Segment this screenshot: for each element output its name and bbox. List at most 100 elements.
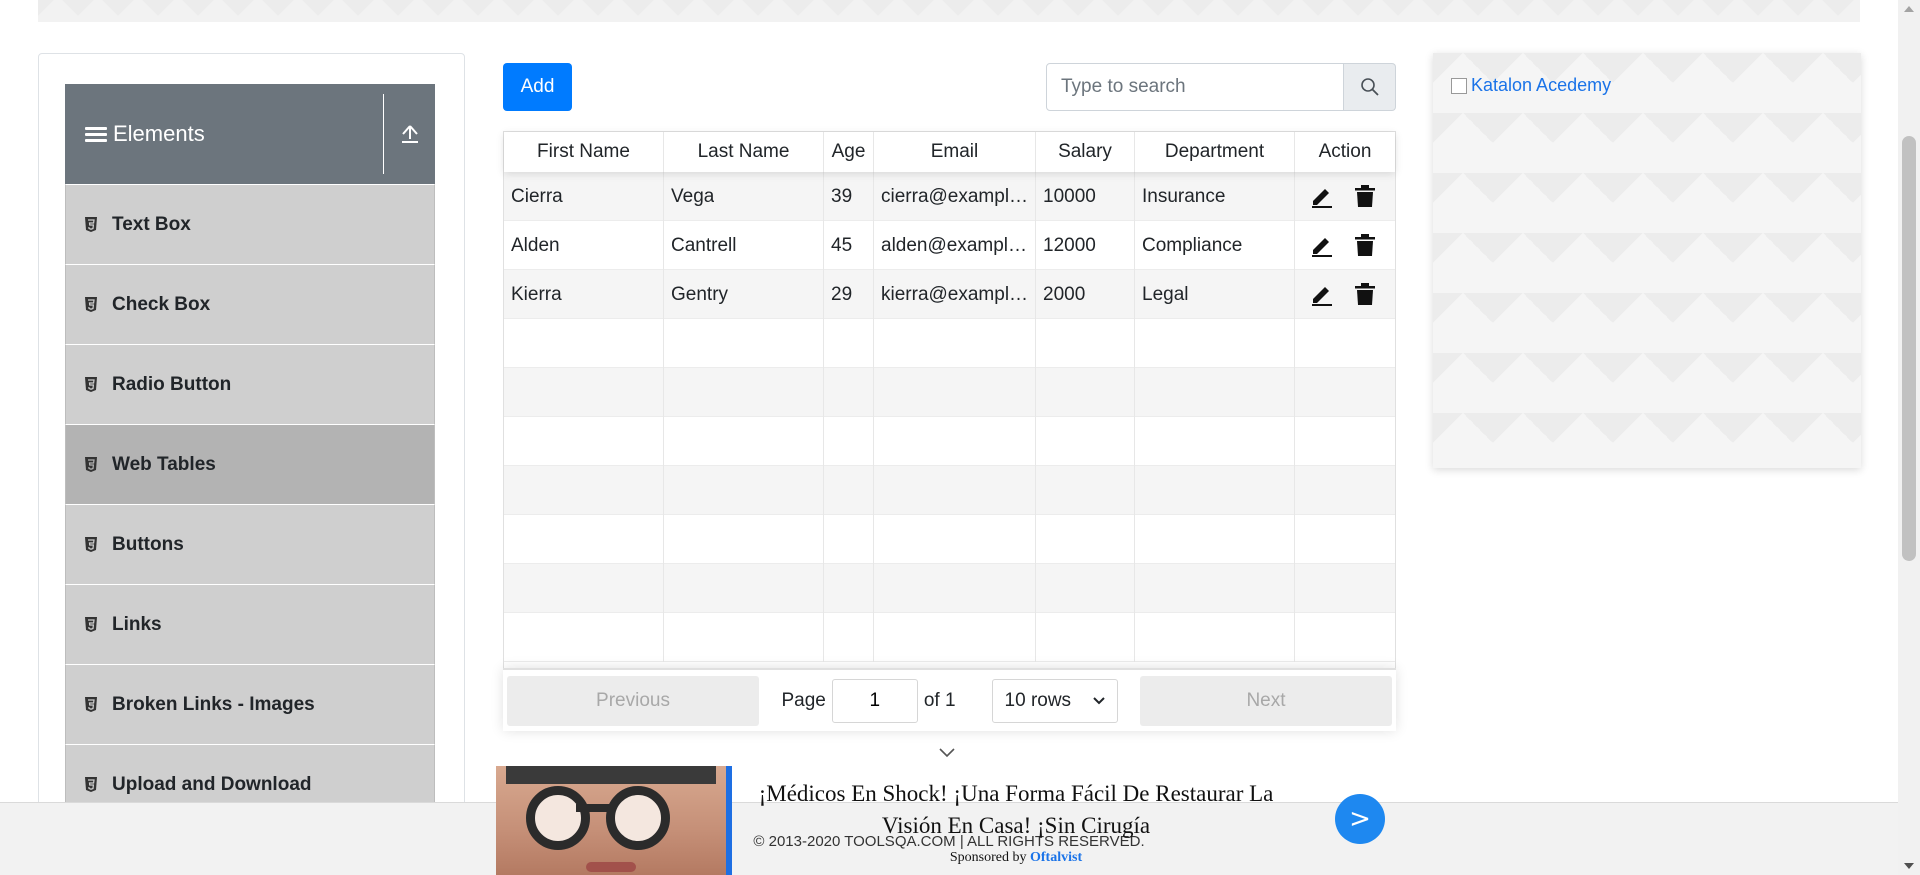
previous-button[interactable]: Previous xyxy=(507,675,759,726)
column-header-department[interactable]: Department xyxy=(1135,132,1295,172)
ad-go-button[interactable]: > xyxy=(1335,794,1385,844)
rows-per-page-select[interactable]: 10 rows xyxy=(991,678,1118,723)
edit-record-button[interactable] xyxy=(1310,282,1336,308)
cell-last-name: Vega xyxy=(664,172,824,221)
cell-first-name: Alden xyxy=(504,221,664,270)
column-header-age[interactable]: Age xyxy=(824,132,874,172)
table-header: First Name Last Name Age Email Salary De… xyxy=(504,132,1395,172)
sidebar-item-label: Broken Links - Images xyxy=(112,693,315,715)
page-scrollbar[interactable] xyxy=(1898,0,1920,875)
broken-image-icon xyxy=(1451,77,1467,94)
header-banner-strip xyxy=(38,0,1860,22)
collapse-group-button[interactable] xyxy=(383,94,435,174)
sidebar-item-radio-button[interactable]: Radio Button xyxy=(65,344,435,424)
scroll-thumb[interactable] xyxy=(1902,136,1916,561)
sidebar-item-buttons[interactable]: Buttons xyxy=(65,504,435,584)
html5-icon xyxy=(84,776,102,793)
pencil-icon xyxy=(1312,188,1332,208)
cell-email: cierra@example.com xyxy=(874,172,1036,221)
total-pages-label: of 1 xyxy=(923,689,956,711)
next-button[interactable]: Next xyxy=(1140,675,1392,726)
page-label: Page xyxy=(781,689,826,711)
page-number-input[interactable] xyxy=(831,678,918,723)
scroll-down-arrow-icon[interactable] xyxy=(1904,863,1914,869)
ad-sponsor-line: Sponsored by Oftalvist xyxy=(736,850,1296,866)
page-jump: Page of 1 10 rows xyxy=(759,678,1140,723)
sidebar-item-label: Check Box xyxy=(112,293,211,315)
ad-photo xyxy=(496,766,726,875)
cell-email: alden@example.com xyxy=(874,221,1036,270)
cell-salary: 2000 xyxy=(1036,270,1135,319)
table-row: Kierra Gentry 29 kierra@example.com 2000… xyxy=(504,270,1395,319)
html5-icon xyxy=(84,216,102,233)
trash-icon xyxy=(1355,184,1375,207)
html5-icon xyxy=(84,696,102,713)
edit-record-button[interactable] xyxy=(1310,184,1336,210)
column-header-last-name[interactable]: Last Name xyxy=(664,132,824,172)
elements-group-title: Elements xyxy=(85,121,383,147)
ad-accent-bar xyxy=(726,766,732,875)
cell-department: Compliance xyxy=(1135,221,1295,270)
elements-group-header[interactable]: Elements xyxy=(65,84,435,184)
column-header-email[interactable]: Email xyxy=(874,132,1036,172)
search-icon xyxy=(1360,78,1379,96)
sidebar-item-label: Radio Button xyxy=(112,373,232,395)
cell-department: Insurance xyxy=(1135,172,1295,221)
delete-record-button[interactable] xyxy=(1354,282,1380,308)
hamburger-icon xyxy=(85,125,107,143)
ad-collapse-chevron-icon[interactable] xyxy=(937,746,957,760)
table-row-empty xyxy=(504,368,1395,417)
cell-first-name: Cierra xyxy=(504,172,664,221)
column-header-first-name[interactable]: First Name xyxy=(504,132,664,172)
sponsored-by-label: Sponsored by xyxy=(949,850,1027,865)
search-button[interactable] xyxy=(1344,63,1396,111)
cell-actions xyxy=(1295,172,1395,221)
bottom-ad-banner[interactable]: ¡Médicos En Shock! ¡Una Forma Fácil De R… xyxy=(496,766,1386,875)
sidebar-item-label: Web Tables xyxy=(112,453,216,475)
table-row: Cierra Vega 39 cierra@example.com 10000 … xyxy=(504,172,1395,221)
html5-icon xyxy=(84,616,102,633)
chevron-down-icon xyxy=(1092,696,1105,704)
table-row-empty xyxy=(504,417,1395,466)
sidebar-item-label: Buttons xyxy=(112,533,184,555)
cell-first-name: Kierra xyxy=(504,270,664,319)
column-header-salary[interactable]: Salary xyxy=(1036,132,1135,172)
delete-record-button[interactable] xyxy=(1354,233,1380,259)
table-row: Alden Cantrell 45 alden@example.com 1200… xyxy=(504,221,1395,270)
html5-icon xyxy=(84,376,102,393)
sidebar-item-check-box[interactable]: Check Box xyxy=(65,264,435,344)
add-button[interactable]: Add xyxy=(503,63,572,111)
table-row-empty xyxy=(504,515,1395,564)
katalon-ad-image[interactable]: Katalon Acedemy xyxy=(1451,75,1611,96)
column-header-action: Action xyxy=(1318,141,1372,162)
sidebar-item-links[interactable]: Links xyxy=(65,584,435,664)
cell-last-name: Gentry xyxy=(664,270,824,319)
table-row-empty xyxy=(504,613,1395,662)
upload-arrow-icon xyxy=(401,125,418,143)
ad-image-alt-text: Katalon Acedemy xyxy=(1471,75,1612,95)
trash-icon xyxy=(1355,233,1375,256)
edit-record-button[interactable] xyxy=(1310,233,1336,259)
html5-icon xyxy=(84,296,102,313)
table-row-empty xyxy=(504,564,1395,613)
html5-icon xyxy=(84,456,102,473)
table-row-empty xyxy=(504,466,1395,515)
sponsor-name[interactable]: Oftalvist xyxy=(1030,850,1082,865)
sidebar-item-broken-links[interactable]: Broken Links - Images xyxy=(65,664,435,744)
ad-headline[interactable]: ¡Médicos En Shock! ¡Una Forma Fácil De R… xyxy=(736,778,1296,842)
search-input[interactable] xyxy=(1046,63,1344,111)
scroll-up-arrow-icon[interactable] xyxy=(1904,6,1914,12)
trash-icon xyxy=(1355,282,1375,305)
page: Elements Text Box Check Box Radio Button… xyxy=(0,0,1920,875)
sidebar-item-label: Links xyxy=(112,613,162,635)
right-ad-panel: Katalon Acedemy xyxy=(1433,53,1861,468)
sidebar-item-web-tables[interactable]: Web Tables xyxy=(65,424,435,504)
cell-age: 39 xyxy=(824,172,874,221)
sidebar-item-text-box[interactable]: Text Box xyxy=(65,184,435,264)
sidebar-item-label: Text Box xyxy=(112,213,191,235)
delete-record-button[interactable] xyxy=(1354,184,1380,210)
cell-email: kierra@example.com xyxy=(874,270,1036,319)
cell-actions xyxy=(1295,221,1395,270)
cell-department: Legal xyxy=(1135,270,1295,319)
table-row-empty xyxy=(504,319,1395,368)
